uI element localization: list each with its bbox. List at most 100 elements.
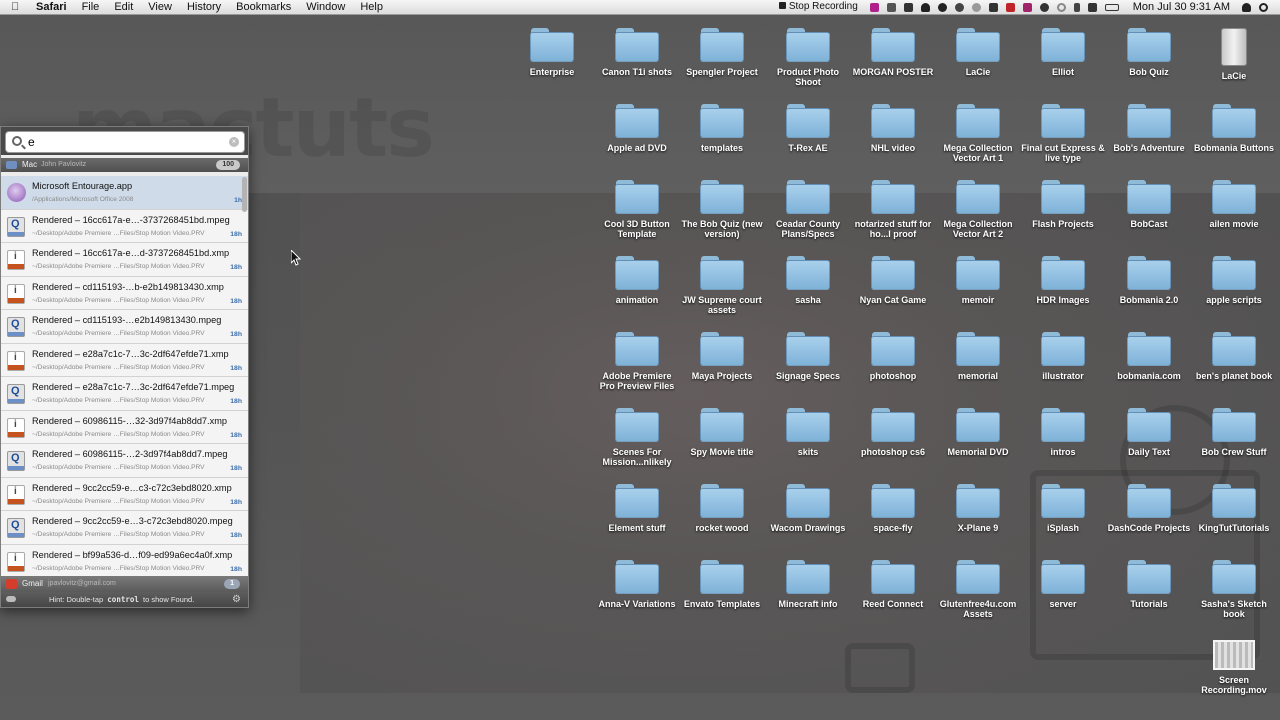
desktop-folder[interactable]: notarized stuff for ho...l proof: [850, 180, 936, 239]
user-icon[interactable]: [1242, 2, 1251, 12]
bluetooth-icon[interactable]: [1073, 2, 1080, 12]
desktop-folder[interactable]: LaCie: [935, 28, 1021, 77]
result-row[interactable]: Rendered – 60986115-…32-3d97f4ab8dd7.xmp…: [1, 410, 248, 444]
desktop-folder[interactable]: Bobmania Buttons: [1191, 104, 1277, 153]
desktop-folder[interactable]: Tutorials: [1106, 560, 1192, 609]
stop-recording-button[interactable]: Stop Recording: [779, 0, 858, 14]
menu-app-name[interactable]: Safari: [36, 0, 67, 14]
tray-red-icon[interactable]: [1005, 2, 1015, 12]
desktop-folder[interactable]: MORGAN POSTER: [850, 28, 936, 77]
desktop-folder[interactable]: intros: [1020, 408, 1106, 457]
tray-gear-icon[interactable]: [954, 2, 964, 12]
desktop-folder[interactable]: Bob Quiz: [1106, 28, 1192, 77]
menu-file[interactable]: File: [82, 0, 100, 14]
result-row[interactable]: Rendered – 60986115-…2-3d97f4ab8dd7.mpeg…: [1, 444, 248, 478]
tray-eye-icon[interactable]: [971, 2, 981, 12]
desktop-folder[interactable]: space-fly: [850, 484, 936, 533]
result-row[interactable]: Rendered – 16cc617a-e…-3737268451bd.mpeg…: [1, 209, 248, 243]
desktop-folder[interactable]: Bob Crew Stuff: [1191, 408, 1277, 457]
result-row[interactable]: Rendered – 16cc617a-e…d-3737268451bd.xmp…: [1, 243, 248, 277]
desktop-folder[interactable]: Signage Specs: [765, 332, 851, 381]
result-row[interactable]: Rendered – e28a7c1c-7…3c-2df647efde71.mp…: [1, 377, 248, 411]
desktop-folder[interactable]: Minecraft info: [765, 560, 851, 609]
menu-window[interactable]: Window: [306, 0, 345, 14]
menu-view[interactable]: View: [148, 0, 172, 14]
desktop-folder[interactable]: Enterprise: [509, 28, 595, 77]
menu-edit[interactable]: Edit: [114, 0, 133, 14]
desktop-folder[interactable]: ailen movie: [1191, 180, 1277, 229]
apple-menu-icon[interactable]: : [11, 0, 19, 14]
desktop-folder[interactable]: Memorial DVD: [935, 408, 1021, 457]
desktop-folder[interactable]: Adobe Premiere Pro Preview Files: [594, 332, 680, 391]
desktop-folder[interactable]: Elliot: [1020, 28, 1106, 77]
results-scrollbar[interactable]: [242, 177, 247, 212]
result-row[interactable]: Rendered – bf99a536-d…f09-ed99a6ec4a0f.x…: [1, 544, 248, 576]
tray-box-icon[interactable]: [988, 2, 998, 12]
desktop-folder[interactable]: Anna-V Variations: [594, 560, 680, 609]
desktop-folder[interactable]: Bob's Adventure: [1106, 104, 1192, 153]
desktop-folder[interactable]: Mega Collection Vector Art 2: [935, 180, 1021, 239]
desktop-folder[interactable]: skits: [765, 408, 851, 457]
desktop-folder[interactable]: Maya Projects: [679, 332, 765, 381]
desktop-folder[interactable]: Ceadar County Plans/Specs: [765, 180, 851, 239]
desktop-folder[interactable]: Sasha's Sketch book: [1191, 560, 1277, 619]
tray-cloud-icon[interactable]: [937, 2, 947, 12]
desktop-folder[interactable]: X-Plane 9: [935, 484, 1021, 533]
desktop-folder[interactable]: photoshop: [850, 332, 936, 381]
desktop-folder[interactable]: server: [1020, 560, 1106, 609]
spotlight-search-icon[interactable]: [1259, 2, 1268, 12]
result-row[interactable]: Rendered – e28a7c1c-7…3c-2df647efde71.xm…: [1, 343, 248, 377]
desktop-folder[interactable]: apple scripts: [1191, 256, 1277, 305]
desktop-folder[interactable]: photoshop cs6: [850, 408, 936, 457]
desktop-folder[interactable]: Element stuff: [594, 484, 680, 533]
tray-launcher-icon[interactable]: [903, 2, 913, 12]
menu-bookmarks[interactable]: Bookmarks: [236, 0, 291, 14]
desktop-folder[interactable]: Canon T1i shots: [594, 28, 680, 77]
volume-icon[interactable]: [1087, 2, 1097, 12]
desktop-folder[interactable]: The Bob Quiz (new version): [679, 180, 765, 239]
desktop-folder[interactable]: iSplash: [1020, 484, 1106, 533]
desktop-file[interactable]: Screen Recording.mov: [1191, 636, 1277, 695]
desktop-folder[interactable]: Mega Collection Vector Art 1: [935, 104, 1021, 163]
desktop-folder[interactable]: Reed Connect: [850, 560, 936, 609]
desktop-folder[interactable]: sasha: [765, 256, 851, 305]
result-row[interactable]: Microsoft Entourage.app/Applications/Mic…: [1, 176, 248, 210]
desktop-folder[interactable]: templates: [679, 104, 765, 153]
section-header-gmail[interactable]: Gmail jpavlovitz@gmail.com 1: [1, 576, 248, 592]
desktop-folder[interactable]: DashCode Projects: [1106, 484, 1192, 533]
search-field[interactable]: ×: [5, 131, 245, 153]
desktop-folder[interactable]: Scenes For Mission...nlikely: [594, 408, 680, 467]
result-row[interactable]: Rendered – 9cc2cc59-e…3-c72c3ebd8020.mpe…: [1, 511, 248, 545]
desktop-drive[interactable]: LaCie: [1191, 28, 1277, 81]
menu-help[interactable]: Help: [360, 0, 383, 14]
battery-icon[interactable]: [1104, 3, 1119, 11]
result-row[interactable]: Rendered – cd115193-…b-e2b149813430.xmp ~…: [1, 276, 248, 310]
tray-font-icon[interactable]: [886, 2, 896, 12]
tray-app-icon[interactable]: [869, 2, 879, 12]
desktop-folder[interactable]: HDR Images: [1020, 256, 1106, 305]
clear-search-icon[interactable]: ×: [229, 137, 239, 147]
desktop-folder[interactable]: rocket wood: [679, 484, 765, 533]
desktop-folder[interactable]: Product Photo Shoot: [765, 28, 851, 87]
result-row[interactable]: Rendered – cd115193-…e2b149813430.mpeg ~/…: [1, 310, 248, 344]
desktop-folder[interactable]: Spengler Project: [679, 28, 765, 77]
desktop-folder[interactable]: Bobmania 2.0: [1106, 256, 1192, 305]
tray-bell-icon[interactable]: [920, 2, 930, 12]
result-row[interactable]: Rendered – 9cc2cc59-e…c3-c72c3ebd8020.xm…: [1, 477, 248, 511]
desktop-folder[interactable]: Cool 3D Button Template: [594, 180, 680, 239]
desktop-folder[interactable]: Spy Movie title: [679, 408, 765, 457]
desktop-folder[interactable]: Wacom Drawings: [765, 484, 851, 533]
settings-gear-icon[interactable]: ⚙: [232, 592, 241, 607]
desktop-folder[interactable]: illustrator: [1020, 332, 1106, 381]
desktop-folder[interactable]: animation: [594, 256, 680, 305]
desktop-folder[interactable]: NHL video: [850, 104, 936, 153]
tray-user-icon[interactable]: [1039, 2, 1049, 12]
search-input[interactable]: [28, 134, 218, 150]
tray-magenta-icon[interactable]: [1022, 2, 1032, 12]
desktop-folder[interactable]: JW Supreme court assets: [679, 256, 765, 315]
desktop-folder[interactable]: Final cut Express & live type: [1020, 104, 1106, 163]
desktop-folder[interactable]: Nyan Cat Game: [850, 256, 936, 305]
desktop-folder[interactable]: bobmania.com: [1106, 332, 1192, 381]
menu-history[interactable]: History: [187, 0, 221, 14]
desktop-folder[interactable]: memorial: [935, 332, 1021, 381]
